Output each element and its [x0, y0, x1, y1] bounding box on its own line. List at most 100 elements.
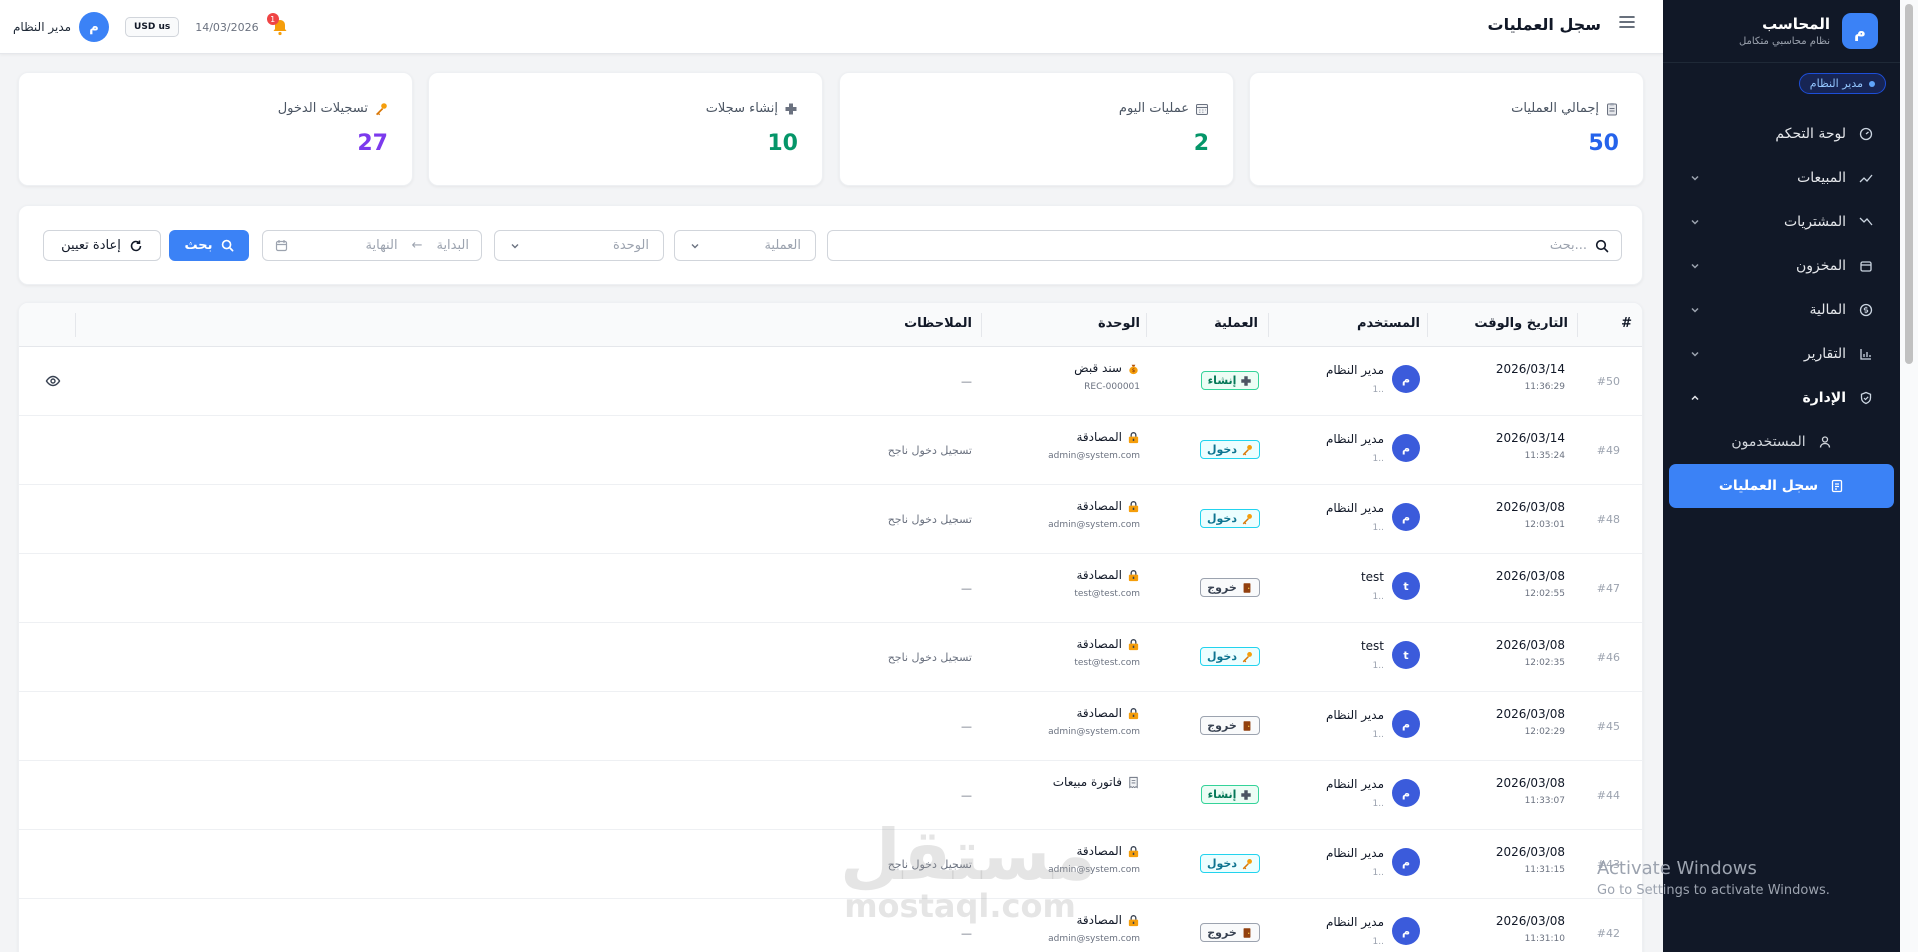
sidebar-item-label: المخزون	[1795, 258, 1846, 274]
row-user: مدير النظام 1.. م	[1326, 432, 1420, 464]
row-unit-label: المصادقة	[1076, 499, 1122, 513]
brand-subtitle: نظام محاسبي متكامل	[1738, 36, 1830, 47]
sidebar-item[interactable]: المبيعات	[1663, 156, 1900, 200]
menu-icon[interactable]	[1618, 13, 1636, 31]
row-unit: المصادقة admin@system.com	[1048, 430, 1140, 461]
operations-table: # التاريخ والوقت المستخدم العملية الوحدة…	[18, 302, 1643, 952]
bell-icon[interactable]: 1	[266, 13, 289, 36]
row-unit-sub: test@test.com	[1074, 589, 1140, 599]
row-unit-label: المصادقة	[1076, 844, 1122, 858]
row-user-name: مدير النظام	[1325, 846, 1384, 860]
sidebar-item-content: المخزون	[1796, 258, 1874, 274]
header-divider	[1268, 313, 1269, 337]
table-row[interactable]: #48 2026/03/08 12:03:01 مدير النظام 1.. م دخول…	[19, 485, 1642, 554]
row-operation: دخول	[1194, 509, 1266, 528]
row-date: 2026/03/08	[1495, 914, 1565, 928]
avatar: م	[1392, 779, 1420, 807]
chevron-up-icon	[1689, 392, 1701, 404]
row-index: #44	[1596, 789, 1620, 802]
row-user: test 1.. t	[1361, 570, 1420, 602]
row-user-sub: 1..	[1372, 661, 1384, 671]
sidebar-item-content: المشتريات	[1784, 214, 1874, 230]
topbar-user-name[interactable]: مدير النظام	[13, 20, 71, 34]
table-row[interactable]: #43 2026/03/08 11:31:15 مدير النظام 1.. م دخول…	[19, 830, 1642, 899]
key-icon	[374, 102, 388, 116]
header-divider	[1427, 313, 1428, 337]
row-unit: المصادقة test@test.com	[1074, 637, 1140, 668]
row-unit-label: المصادقة	[1076, 637, 1122, 651]
col-operation-header: العملية	[1214, 316, 1258, 331]
row-operation: خروج	[1194, 578, 1266, 597]
row-date: 2026/03/14	[1495, 362, 1565, 376]
sidebar-item[interactable]: التقارير	[1663, 332, 1900, 376]
row-unit: المصادقة admin@system.com	[1048, 706, 1140, 737]
row-unit-label: المصادقة	[1076, 568, 1122, 582]
row-user-info: مدير النظام 1..	[1326, 777, 1384, 809]
log-icon	[1830, 479, 1844, 493]
unit-select-label: الوحدة	[613, 238, 649, 253]
end-date-placeholder: النهاية	[365, 238, 398, 253]
door-icon	[1241, 720, 1253, 732]
brand-text: المحاسب نظام محاسبي متكامل	[1739, 15, 1830, 47]
sidebar-subitem[interactable]: المستخدمون	[1663, 420, 1900, 464]
operation-badge: إنشاء	[1200, 371, 1260, 390]
reset-button[interactable]: إعادة تعيين	[43, 230, 161, 261]
col-datetime-header: التاريخ والوقت	[1474, 316, 1568, 331]
row-user-info: test 1..	[1361, 570, 1384, 602]
row-user-name: مدير النظام	[1325, 363, 1384, 377]
table-row[interactable]: #42 2026/03/08 11:31:10 مدير النظام 1.. م خروج…	[19, 899, 1642, 952]
row-unit-main: المصادقة	[1048, 844, 1140, 858]
row-user: مدير النظام 1.. م	[1326, 708, 1420, 740]
sidebar-item-label: المشتريات	[1783, 214, 1846, 230]
avatar[interactable]: م	[79, 12, 110, 42]
role-dot-icon	[1869, 80, 1875, 87]
row-unit-label: سند قبض	[1074, 361, 1122, 375]
row-time: 11:35:24	[1524, 451, 1565, 461]
sidebar-item[interactable]: المخزون	[1663, 244, 1900, 288]
unit-select[interactable]: الوحدة	[494, 230, 664, 261]
stat-card: إنشاء سجلات 10	[428, 72, 823, 186]
sidebar-item-content: لوحة التحكم	[1775, 126, 1874, 142]
page-scrollbar[interactable]	[1900, 0, 1918, 952]
operation-badge: خروج	[1200, 923, 1260, 942]
row-date: 2026/03/08	[1495, 569, 1565, 583]
search-input[interactable]: بحث...	[827, 230, 1622, 261]
stat-label: إنشاء سجلات	[705, 101, 778, 116]
table-row[interactable]: #45 2026/03/08 12:02:29 مدير النظام 1.. م خروج…	[19, 692, 1642, 761]
row-user-name: test	[1360, 570, 1384, 584]
table-row[interactable]: #47 2026/03/08 12:02:55 test 1.. t خروج المصادق…	[19, 554, 1642, 623]
row-user-name: مدير النظام	[1325, 432, 1384, 446]
row-time: 11:33:07	[1524, 796, 1565, 806]
brand-logo: م	[1842, 13, 1878, 49]
operation-badge: دخول	[1199, 647, 1260, 666]
col-index-header: #	[1621, 316, 1632, 331]
sidebar-item[interactable]: المشتريات	[1663, 200, 1900, 244]
table-row[interactable]: #50 2026/03/14 11:36:29 مدير النظام 1.. م إنشا…	[19, 347, 1642, 416]
plus-icon	[1240, 375, 1252, 387]
row-unit: المصادقة test@test.com	[1074, 568, 1140, 599]
currency-switcher[interactable]: USD us	[125, 17, 180, 37]
clipboard-icon	[1605, 102, 1619, 116]
row-unit-label: المصادقة	[1076, 430, 1122, 444]
date-range-input[interactable]: النهاية ← البداية	[262, 230, 482, 261]
table-row[interactable]: #46 2026/03/08 12:02:35 test 1.. t دخول المصادق…	[19, 623, 1642, 692]
sidebar-item[interactable]: الإدارة	[1663, 376, 1900, 420]
lock-icon	[1127, 500, 1140, 513]
chevron-placeholder	[1689, 128, 1701, 140]
scrollbar-thumb[interactable]	[1905, 4, 1913, 364]
sidebar-subitem[interactable]: سجل العمليات	[1669, 464, 1894, 508]
operation-select[interactable]: العملية	[674, 230, 816, 261]
receipt-icon	[1127, 776, 1140, 789]
row-operation: إنشاء	[1194, 371, 1266, 390]
row-unit-sub: REC-000001	[1084, 382, 1140, 392]
eye-icon[interactable]	[45, 373, 61, 389]
search-button[interactable]: بحث	[169, 230, 249, 261]
row-time: 12:02:29	[1524, 727, 1565, 737]
row-datetime: 2026/03/08 11:31:15	[1496, 845, 1565, 875]
table-row[interactable]: #49 2026/03/14 11:35:24 مدير النظام 1.. م دخول…	[19, 416, 1642, 485]
table-row[interactable]: #44 2026/03/08 11:33:07 مدير النظام 1.. م إنشا…	[19, 761, 1642, 830]
sidebar-item[interactable]: لوحة التحكم	[1663, 112, 1900, 156]
search-icon	[1595, 239, 1609, 253]
row-datetime: 2026/03/08 12:02:55	[1496, 569, 1565, 599]
sidebar-item[interactable]: المالية	[1663, 288, 1900, 332]
